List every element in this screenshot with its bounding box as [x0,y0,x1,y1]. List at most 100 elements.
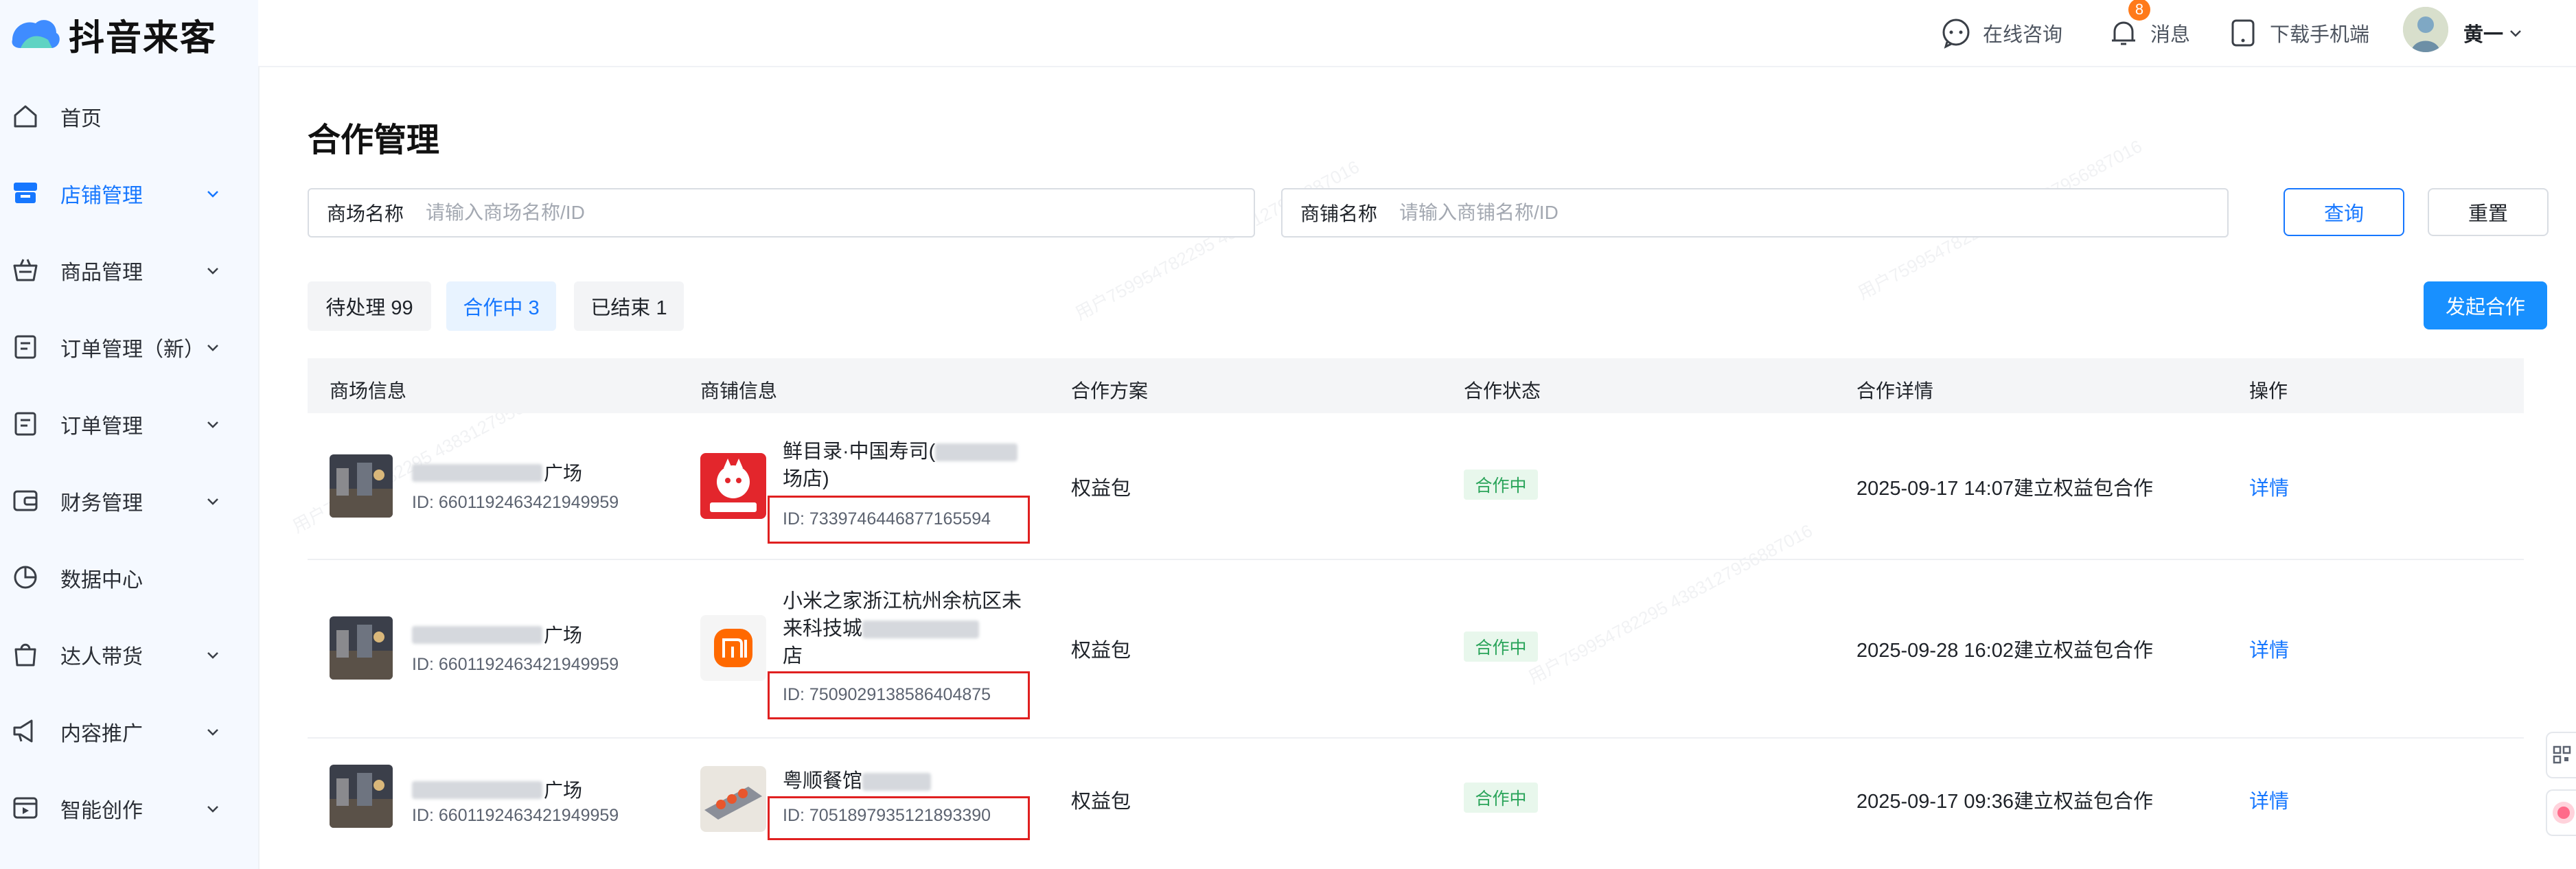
qr-code-button[interactable] [2546,732,2576,778]
highlight-box [768,496,1030,544]
sidebar-item-label: 订单管理 [60,415,143,438]
sidebar-item-label: 内容推广 [60,723,143,745]
shop-name-line: 粤顺餐馆 [783,770,863,792]
download-app-button[interactable]: 下载手机端 [2227,14,2369,52]
redacted-text [412,781,542,799]
mall-thumbnail [330,616,393,680]
sidebar-item-label: 店铺管理 [60,185,143,207]
sidebar-item-home[interactable]: 首页 [0,78,258,155]
wallet-icon [13,490,38,511]
plan: 权益包 [1071,640,1131,662]
avatar[interactable] [2403,7,2448,52]
mall-name-filter: 商场名称 [308,188,1255,237]
sidebar-item-finance[interactable]: 财务管理 [0,463,258,540]
video-icon [13,797,38,819]
shop-name-line: 小米之家浙江杭州余杭区未 [783,590,1022,612]
chevron-down-icon [207,498,218,505]
chevron-down-icon [207,421,218,428]
mall-search-input[interactable] [424,201,1114,224]
assistant-icon [2553,802,2575,824]
sidebar-item-store-management[interactable]: 店铺管理 [0,155,258,232]
mall-thumbnail [330,765,393,828]
download-app-label: 下载手机端 [2270,24,2370,46]
column-header: 操作 [2249,380,2288,402]
reset-button[interactable]: 重置 [2428,188,2549,236]
plan: 权益包 [1071,478,1131,500]
shop-name-label: 商铺名称 [1300,203,1378,224]
sidebar-item-label: 达人带货 [60,646,143,669]
tab-ended[interactable]: 已结束 1 [574,281,684,331]
tab-pending[interactable]: 待处理 99 [308,281,431,331]
status-badge: 合作中 [1464,470,1538,500]
messages-button[interactable]: 消息 [2108,14,2190,52]
column-header: 合作详情 [1856,380,1934,402]
redacted-text [862,621,980,639]
sidebar-item-label: 首页 [60,108,102,130]
shop-name-line: 来科技城 [783,618,863,640]
online-consult-label: 在线咨询 [1983,24,2063,46]
shop-name: 粤顺餐馆 [783,767,1030,795]
bag-icon [14,643,36,667]
user-avatar-icon [2403,7,2448,52]
sidebar-nav: 首页 店铺管理 商品管理 订单管理（新） 订单管理 财务管理 数据中心 达人带货… [0,78,258,847]
sidebar-item-smart-creation[interactable]: 智能创作 [0,770,258,847]
clipboard-icon [14,335,36,359]
chevron-down-icon [207,268,218,275]
mall-id: ID: 6601192463421949959 [412,806,619,825]
shop-logo [700,615,766,681]
query-button[interactable]: 查询 [2284,188,2404,236]
mall-id: ID: 6601192463421949959 [412,493,619,512]
cooperation-detail: 2025-09-17 09:36建立权益包合作 [1856,791,2153,813]
chevron-down-icon [2510,30,2521,37]
mall-name: 广场 [544,625,583,646]
online-consult-button[interactable]: 在线咨询 [1940,14,2062,52]
sidebar-item-product-management[interactable]: 商品管理 [0,232,258,309]
plan: 权益包 [1071,791,1131,813]
chevron-down-icon [207,345,218,351]
tab-in-cooperation[interactable]: 合作中 3 [446,281,556,331]
highlight-box [768,796,1030,840]
detail-link[interactable]: 详情 [2249,785,2289,814]
sidebar-item-influencer-sales[interactable]: 达人带货 [0,616,258,693]
bell-icon [2112,21,2135,45]
mall-name: 广场 [544,780,583,801]
shop-logo [700,453,766,519]
chevron-down-icon [207,806,218,813]
assistant-button[interactable] [2546,789,2576,836]
status-badge: 合作中 [1464,783,1538,813]
column-header: 合作状态 [1464,380,1541,402]
start-cooperation-button[interactable]: 发起合作 [2424,281,2547,329]
cooperation-detail: 2025-09-17 14:07建立权益包合作 [1856,478,2153,500]
status-badge: 合作中 [1464,632,1538,662]
logo-text: 抖音来客 [69,18,218,58]
sidebar-item-content-promotion[interactable]: 内容推广 [0,693,258,770]
shop-name-filter: 商铺名称 [1281,188,2229,237]
redacted-text [862,773,932,791]
pie-chart-icon [14,566,37,589]
qr-code-icon [2553,745,2571,764]
sidebar-item-orders-new[interactable]: 订单管理（新） [0,309,258,386]
table-row: 广场 ID: 6601192463421949959 小米之家浙江杭州余杭区未 … [308,559,2524,739]
sidebar: 抖音来客 首页 店铺管理 商品管理 订单管理（新） 订单管理 财务管理 数据中心… [0,0,260,869]
mall-name: 广场 [544,463,583,484]
sidebar-item-data-center[interactable]: 数据中心 [0,540,258,616]
redacted-text [412,464,542,482]
sidebar-item-label: 订单管理（新） [60,338,205,361]
shop-search-input[interactable] [1398,201,2088,224]
shop-logo [700,766,766,832]
sidebar-item-orders[interactable]: 订单管理 [0,386,258,463]
app-logo[interactable]: 抖音来客 [7,7,217,62]
shop-name: 小米之家浙江杭州余杭区未 来科技城 店 [783,588,1030,670]
detail-link[interactable]: 详情 [2249,472,2289,501]
table-header: 商场信息 商铺信息 合作方案 合作状态 合作详情 操作 [308,358,2524,413]
detail-link[interactable]: 详情 [2249,634,2289,663]
shop-name-line: 场店) [783,468,829,490]
sidebar-item-label: 财务管理 [60,492,143,515]
user-menu[interactable]: 黄一 [2463,14,2524,52]
chevron-down-icon [207,191,218,198]
home-icon [14,105,37,128]
column-header: 合作方案 [1071,380,1149,402]
mall-name-label: 商场名称 [327,203,404,224]
messages-label: 消息 [2150,24,2191,46]
redacted-text [935,443,1018,462]
